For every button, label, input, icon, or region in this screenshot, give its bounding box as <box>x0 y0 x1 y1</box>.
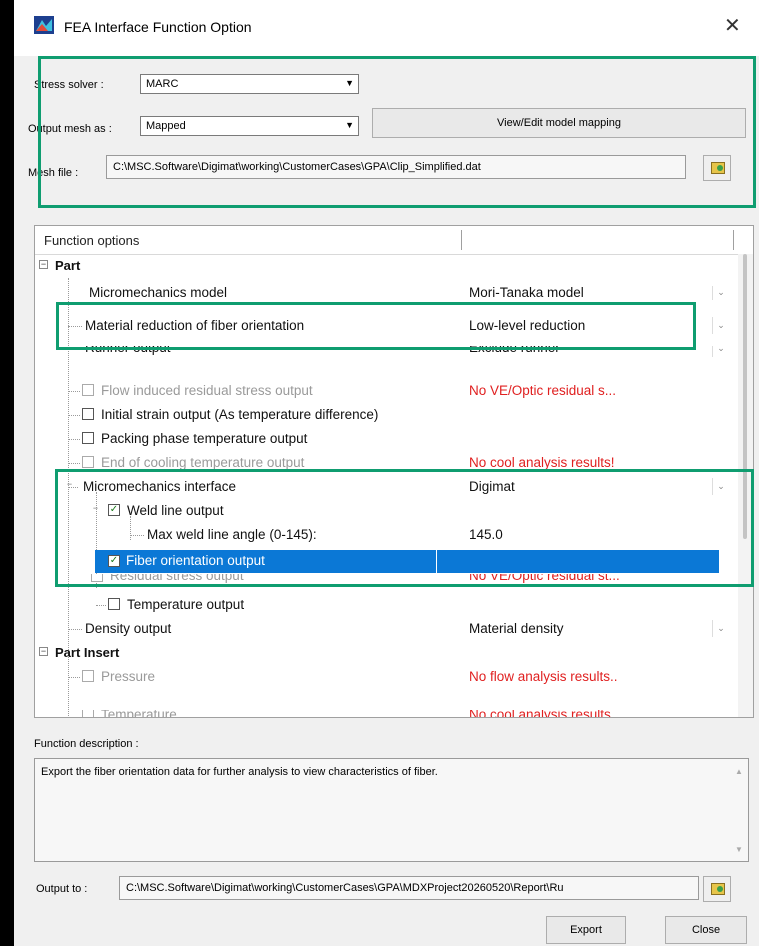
row-value: No cool analysis results! <box>469 455 615 470</box>
row-label: Temperature <box>101 710 177 718</box>
highlight-material-reduction-box <box>56 302 696 350</box>
collapse-icon[interactable]: − <box>39 647 48 656</box>
checkbox[interactable] <box>82 432 94 444</box>
row-density-output[interactable]: Density output Material density ⌄ <box>35 617 735 641</box>
row-micromechanics-model[interactable]: Micromechanics model Mori-Tanaka model ⌄ <box>35 286 735 300</box>
chevron-down-icon[interactable]: ⌄ <box>712 317 729 334</box>
checkbox[interactable] <box>82 710 94 717</box>
row-label: Part Insert <box>55 645 120 660</box>
scroll-down-icon[interactable]: ▼ <box>735 845 743 854</box>
row-label: Micromechanics model <box>89 286 228 300</box>
tree-line <box>96 605 106 606</box>
function-description-text: Export the fiber orientation data for fu… <box>41 766 438 778</box>
close-icon[interactable]: ✕ <box>724 13 741 38</box>
tree-line <box>68 439 80 440</box>
row-value: Mori-Tanaka model <box>469 286 584 300</box>
checkbox[interactable] <box>108 598 120 610</box>
grid-header: Function options <box>35 226 753 255</box>
chevron-down-icon[interactable]: ⌄ <box>712 286 729 300</box>
row-value: No flow analysis results.. <box>469 669 618 684</box>
scroll-up-icon[interactable]: ▲ <box>735 767 743 776</box>
row-label: Initial strain output (As temperature di… <box>101 407 379 422</box>
tree-line <box>68 677 80 678</box>
row-flow-induced-residual-stress[interactable]: Flow induced residual stress output No V… <box>35 379 735 403</box>
row-pressure[interactable]: Pressure No flow analysis results.. <box>35 665 735 689</box>
tree-line <box>68 415 80 416</box>
row-label: Packing phase temperature output <box>101 431 308 446</box>
checkbox[interactable] <box>82 456 94 468</box>
row-value: Material density <box>469 621 564 636</box>
function-description-box[interactable]: Export the fiber orientation data for fu… <box>34 758 749 862</box>
row-label: Density output <box>85 621 172 636</box>
row-temperature[interactable]: Temperature No cool analysis results.. <box>35 710 735 718</box>
description-scrollbar[interactable]: ▲ ▼ <box>731 759 748 861</box>
close-button[interactable]: Close <box>665 916 747 944</box>
output-path[interactable]: C:\MSC.Software\Digimat\working\Customer… <box>119 876 699 900</box>
row-value: No cool analysis results.. <box>469 710 619 718</box>
row-label: End of cooling temperature output <box>101 455 305 470</box>
chevron-down-icon[interactable]: ⌄ <box>712 346 729 357</box>
column-divider <box>733 230 734 250</box>
tree-line <box>68 629 82 630</box>
checkbox[interactable] <box>82 408 94 420</box>
row-label: Part <box>55 258 81 273</box>
window-title: FEA Interface Function Option <box>64 19 252 35</box>
app-icon <box>34 16 54 34</box>
row-label: Flow induced residual stress output <box>101 383 313 398</box>
group-row-part[interactable]: − Part <box>35 254 735 278</box>
fea-interface-dialog: FEA Interface Function Option ✕ Stress s… <box>14 0 759 946</box>
export-button[interactable]: Export <box>546 916 626 944</box>
checkbox[interactable] <box>82 384 94 396</box>
row-value: No VE/Optic residual s... <box>469 383 617 398</box>
title-bar: FEA Interface Function Option ✕ <box>14 0 759 56</box>
tree-line <box>68 463 80 464</box>
folder-icon <box>711 883 725 895</box>
highlight-micromechanics-box <box>55 469 754 587</box>
checkbox[interactable] <box>82 670 94 682</box>
chevron-down-icon[interactable]: ⌄ <box>712 620 729 637</box>
output-to-label: Output to : <box>36 883 88 895</box>
row-label: Temperature output <box>127 597 245 612</box>
function-description-label: Function description : <box>34 738 139 750</box>
row-temperature-output[interactable]: Temperature output <box>35 593 735 617</box>
browse-output-button[interactable] <box>703 876 731 902</box>
collapse-icon[interactable]: − <box>39 260 48 269</box>
function-options-header: Function options <box>44 233 140 248</box>
highlight-settings-box <box>38 56 756 208</box>
row-initial-strain-output[interactable]: Initial strain output (As temperature di… <box>35 403 735 427</box>
column-divider <box>461 230 462 250</box>
row-packing-phase-temperature[interactable]: Packing phase temperature output <box>35 427 735 451</box>
row-label: Pressure <box>101 669 156 684</box>
group-row-part-insert[interactable]: − Part Insert <box>35 641 735 665</box>
tree-line <box>68 391 80 392</box>
